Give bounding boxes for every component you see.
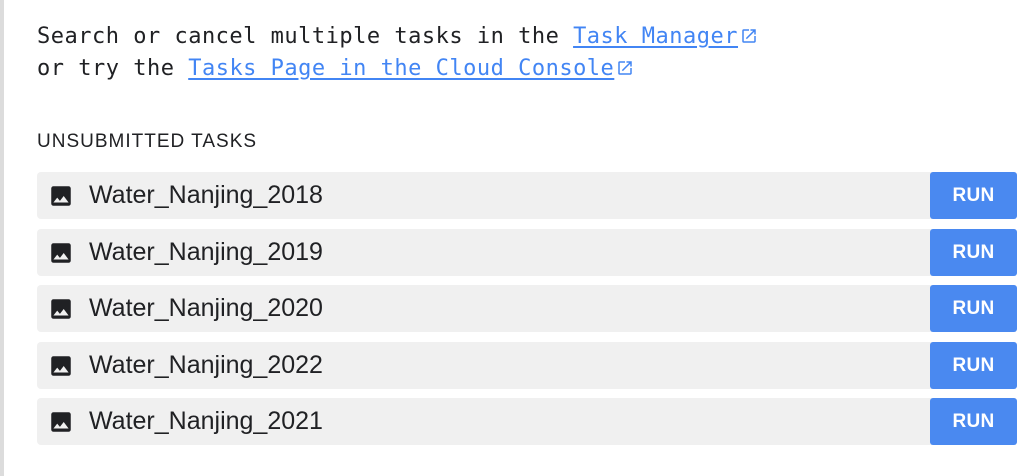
intro-line-1: Search or cancel multiple tasks in the T… xyxy=(37,21,1017,53)
task-name: Water_Nanjing_2022 xyxy=(89,350,323,379)
open-in-new-icon xyxy=(618,61,633,75)
open-in-new-icon xyxy=(742,29,756,43)
tasks-panel: Search or cancel multiple tasks in the T… xyxy=(37,0,1017,445)
task-row: Water_Nanjing_2019 RUN xyxy=(37,228,1017,276)
run-button[interactable]: RUN xyxy=(930,398,1017,445)
task-manager-link[interactable]: Task Manager xyxy=(573,24,758,49)
task-list: Water_Nanjing_2018 RUN Water_Nanjing_201… xyxy=(37,172,1017,455)
run-button[interactable]: RUN xyxy=(930,285,1017,332)
image-icon xyxy=(51,186,71,206)
cloud-console-link-label: Tasks Page in the Cloud Console xyxy=(188,56,615,81)
task-manager-link-label: Task Manager xyxy=(573,24,739,49)
task-name: Water_Nanjing_2018 xyxy=(89,181,323,209)
run-button[interactable]: RUN xyxy=(930,172,1017,219)
task-row: Water_Nanjing_2021 RUN xyxy=(37,398,1017,445)
cloud-console-link[interactable]: Tasks Page in the Cloud Console xyxy=(188,56,634,81)
panel-left-border xyxy=(0,0,4,476)
task-row: Water_Nanjing_2022 RUN xyxy=(37,341,1017,389)
task-name: Water_Nanjing_2021 xyxy=(89,407,323,435)
intro-text: Search or cancel multiple tasks in the T… xyxy=(37,0,1017,85)
image-icon xyxy=(51,412,71,432)
task-row: Water_Nanjing_2020 RUN xyxy=(37,285,1017,332)
image-icon xyxy=(51,355,71,376)
image-icon xyxy=(51,299,71,319)
intro-line-2: or try the Tasks Page in the Cloud Conso… xyxy=(37,53,1017,85)
intro-line-2-text: or try the xyxy=(37,56,189,81)
task-row: Water_Nanjing_2018 RUN xyxy=(37,172,1017,219)
intro-line-1-text: Search or cancel multiple tasks in the xyxy=(37,24,574,49)
section-title: UNSUBMITTED TASKS xyxy=(37,131,258,152)
task-name: Water_Nanjing_2019 xyxy=(89,237,323,266)
task-name: Water_Nanjing_2020 xyxy=(89,294,323,322)
image-icon xyxy=(51,242,71,263)
run-button[interactable]: RUN xyxy=(930,228,1017,276)
run-button[interactable]: RUN xyxy=(930,341,1017,389)
